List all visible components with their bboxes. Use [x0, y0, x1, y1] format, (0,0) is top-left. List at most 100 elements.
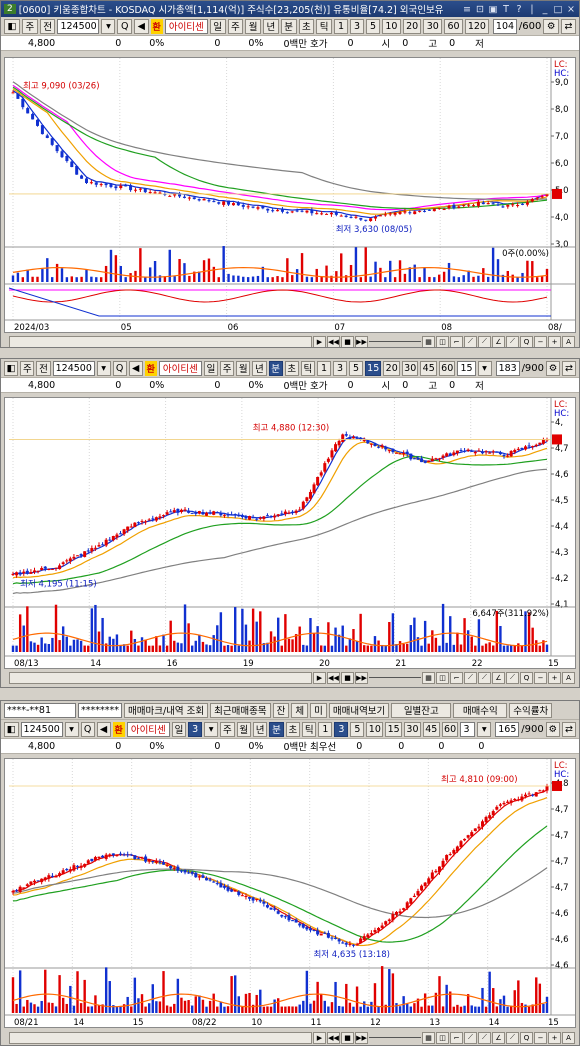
interval-20[interactable]: 20: [383, 360, 400, 376]
interval-30[interactable]: 30: [401, 360, 419, 376]
line-tool-icon[interactable]: ⟋: [506, 335, 519, 347]
period-month[interactable]: 월: [236, 721, 251, 737]
zoom-out-icon[interactable]: −: [534, 335, 547, 347]
filled-button[interactable]: 체: [291, 702, 309, 718]
line-tool-icon[interactable]: ∠: [492, 1031, 505, 1044]
scroll-track[interactable]: [9, 335, 312, 347]
period-minute[interactable]: 분: [268, 360, 283, 376]
rewind-icon[interactable]: ◀◀: [327, 671, 340, 684]
line-tool-icon[interactable]: ⟋: [478, 1031, 491, 1044]
interval-input[interactable]: 3: [460, 721, 476, 737]
unfilled-button[interactable]: 미: [310, 702, 327, 718]
settings-icon[interactable]: ⚙: [543, 18, 559, 34]
chart-menu-icon[interactable]: ◧: [4, 360, 19, 376]
minute-chart-area[interactable]: 4, 4,7 4,6 4,5 4,4 4,3 4,2 4,1 LC: HC: 08/13 14 16 19…: [4, 397, 576, 669]
search-icon[interactable]: Q: [117, 18, 133, 34]
market-select[interactable]: 주: [20, 360, 35, 376]
period-month[interactable]: 월: [236, 360, 251, 376]
code-dropdown-icon[interactable]: ▾: [96, 360, 111, 376]
help-icon[interactable]: ?: [514, 4, 524, 15]
code-dropdown-icon[interactable]: ▾: [101, 18, 116, 34]
zoom-slider[interactable]: [369, 677, 421, 678]
sound-icon[interactable]: ◀: [96, 721, 111, 737]
interval-120[interactable]: 120: [464, 18, 489, 34]
chart-menu-icon[interactable]: ◧: [4, 18, 20, 34]
period-month[interactable]: 월: [245, 18, 262, 34]
period-second[interactable]: 초: [298, 18, 315, 34]
line-tool-icon[interactable]: ⟋: [464, 1031, 477, 1044]
zoom-out-icon[interactable]: −: [534, 671, 547, 684]
interval-15[interactable]: 15: [385, 721, 403, 737]
scroll-track[interactable]: [9, 1031, 312, 1044]
line-tool-icon[interactable]: ⟋: [506, 671, 519, 684]
period-dropdown-icon[interactable]: ▾: [204, 721, 219, 737]
interval-1[interactable]: 1: [318, 721, 333, 737]
interval-60[interactable]: 60: [438, 360, 456, 376]
interval-60[interactable]: 60: [441, 721, 459, 737]
period-count[interactable]: 3: [188, 721, 203, 737]
toggle-icon[interactable]: ⇄: [562, 360, 577, 376]
minimize-button[interactable]: _: [540, 4, 550, 15]
password-input[interactable]: ********: [78, 702, 122, 718]
interval-5[interactable]: 5: [350, 721, 365, 737]
layout-icon[interactable]: ▣: [488, 4, 498, 15]
link-icon[interactable]: ⊡: [475, 4, 485, 15]
period-day-dropdown[interactable]: 일: [171, 721, 187, 737]
period-second[interactable]: 초: [285, 721, 301, 737]
tool-icon[interactable]: ▦: [422, 335, 435, 347]
interval-45[interactable]: 45: [422, 721, 440, 737]
rewind-icon[interactable]: ◀◀: [327, 335, 340, 347]
period-minute[interactable]: 분: [269, 721, 284, 737]
line-tool-icon[interactable]: ⟋: [464, 335, 477, 347]
scroll-track[interactable]: [9, 671, 312, 684]
tool-icon[interactable]: ⌐: [450, 671, 463, 684]
interval-5[interactable]: 5: [366, 18, 381, 34]
return-chart-button[interactable]: 수익률차: [509, 702, 553, 718]
interval-1[interactable]: 1: [334, 18, 349, 34]
zoom-slider[interactable]: [369, 1037, 421, 1038]
period-year[interactable]: 년: [252, 721, 268, 737]
daily-chart-svg[interactable]: 9,08,07,06,05,04,03,0LC:HC:2024/03050607…: [5, 58, 575, 333]
daily-balance-button[interactable]: 일별잔고: [391, 702, 452, 718]
toggle-icon[interactable]: ⇄: [561, 721, 576, 737]
range-select[interactable]: 전: [36, 360, 51, 376]
zoom-out-icon[interactable]: −: [534, 1031, 547, 1044]
settings-icon[interactable]: ⚙: [546, 360, 561, 376]
daily-chart-area[interactable]: 9,08,07,06,05,04,03,0LC:HC:2024/03050607…: [4, 57, 576, 333]
zoom-in-icon[interactable]: +: [548, 671, 561, 684]
font-icon[interactable]: T: [501, 4, 511, 15]
interval-60[interactable]: 60: [444, 18, 463, 34]
interval-dropdown-icon[interactable]: ▾: [477, 721, 492, 737]
line-tool-icon[interactable]: ⟋: [464, 671, 477, 684]
interval-10[interactable]: 10: [382, 18, 401, 34]
toggle-icon[interactable]: ⇄: [560, 18, 576, 34]
tick-chart-area[interactable]: 4,84,74,74,74,74,64,64,6LC:HC:08/2114150…: [4, 758, 576, 1028]
recent-trades-button[interactable]: 최근매매종목: [210, 702, 271, 718]
stock-code-input[interactable]: 124500: [52, 360, 95, 376]
count-input[interactable]: 165: [495, 721, 520, 737]
period-year[interactable]: 년: [263, 18, 279, 34]
period-day[interactable]: 일: [209, 18, 226, 34]
menu-icon[interactable]: ≡: [462, 4, 472, 15]
interval-3[interactable]: 3: [350, 18, 365, 34]
tool-icon[interactable]: ◫: [436, 671, 449, 684]
interval-3[interactable]: 3: [334, 721, 349, 737]
minute-chart-svg[interactable]: 4,4,74,64,54,44,34,24,1LC:HC:08/13 14 16 19…: [5, 398, 575, 669]
maximize-button[interactable]: □: [553, 4, 563, 15]
zoom-slider[interactable]: [369, 341, 421, 342]
period-minute[interactable]: 분: [280, 18, 297, 34]
zoom-icon[interactable]: Q: [520, 671, 533, 684]
trade-mark-button[interactable]: 매매마크/내역 조회: [124, 702, 209, 718]
chart-scrollbar[interactable]: ▶ ◀◀ ■ ▶▶ ▦ ◫ ⌐ ⟋ ⟋ ∠ ⟋ Q − + A: [9, 335, 575, 347]
forward-icon[interactable]: ▶▶: [355, 1031, 368, 1044]
interval-5[interactable]: 5: [348, 360, 363, 376]
zoom-in-icon[interactable]: +: [548, 335, 561, 347]
interval-1[interactable]: 1: [316, 360, 331, 376]
market-select[interactable]: 주: [21, 18, 38, 34]
chart-scrollbar[interactable]: ▶ ◀◀ ■ ▶▶ ▦ ◫ ⌐ ⟋ ⟋ ∠ ⟋ Q − + A: [9, 1031, 575, 1044]
zoom-icon[interactable]: Q: [520, 335, 533, 347]
balance-button[interactable]: 잔: [272, 702, 290, 718]
account-input[interactable]: ****-**81: [4, 702, 76, 718]
stock-code-input[interactable]: 124500: [57, 18, 100, 34]
tool-icon[interactable]: ◫: [436, 1031, 449, 1044]
